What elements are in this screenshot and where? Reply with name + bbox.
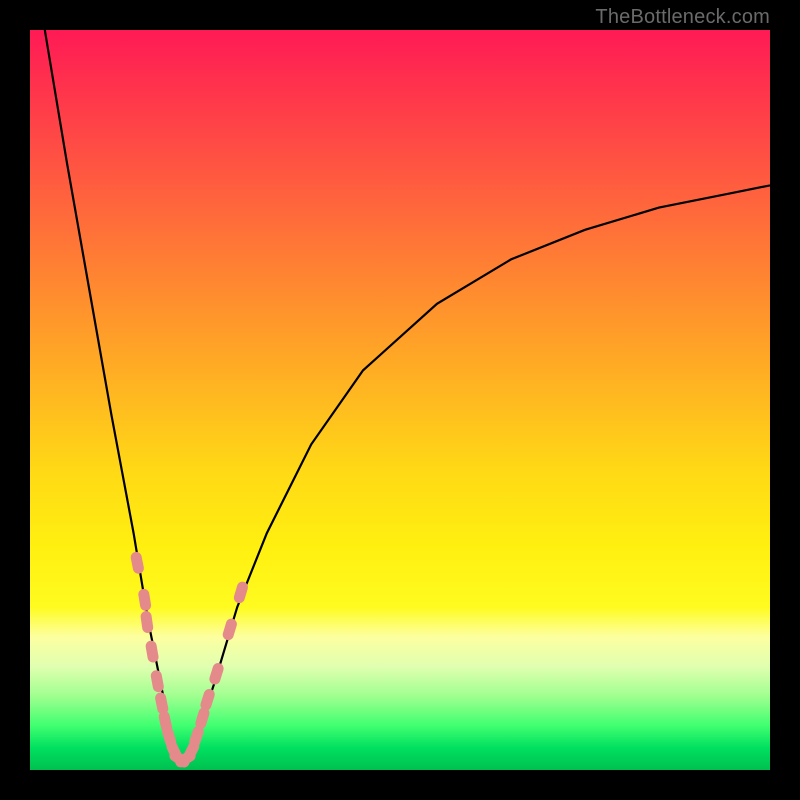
chart-frame: TheBottleneck.com: [0, 0, 800, 800]
plot-area: [30, 30, 770, 770]
marker-group: [130, 551, 250, 770]
curve-marker: [130, 551, 145, 575]
curve-marker: [138, 588, 152, 611]
curve-marker: [140, 610, 154, 633]
curve-layer: [30, 30, 770, 770]
curve-marker: [150, 669, 165, 693]
watermark-text: TheBottleneck.com: [595, 6, 770, 29]
curve-marker: [199, 688, 216, 712]
curve-marker: [232, 580, 249, 604]
curve-marker: [221, 617, 238, 641]
curve-marker: [208, 662, 225, 686]
curve-marker: [145, 640, 160, 664]
